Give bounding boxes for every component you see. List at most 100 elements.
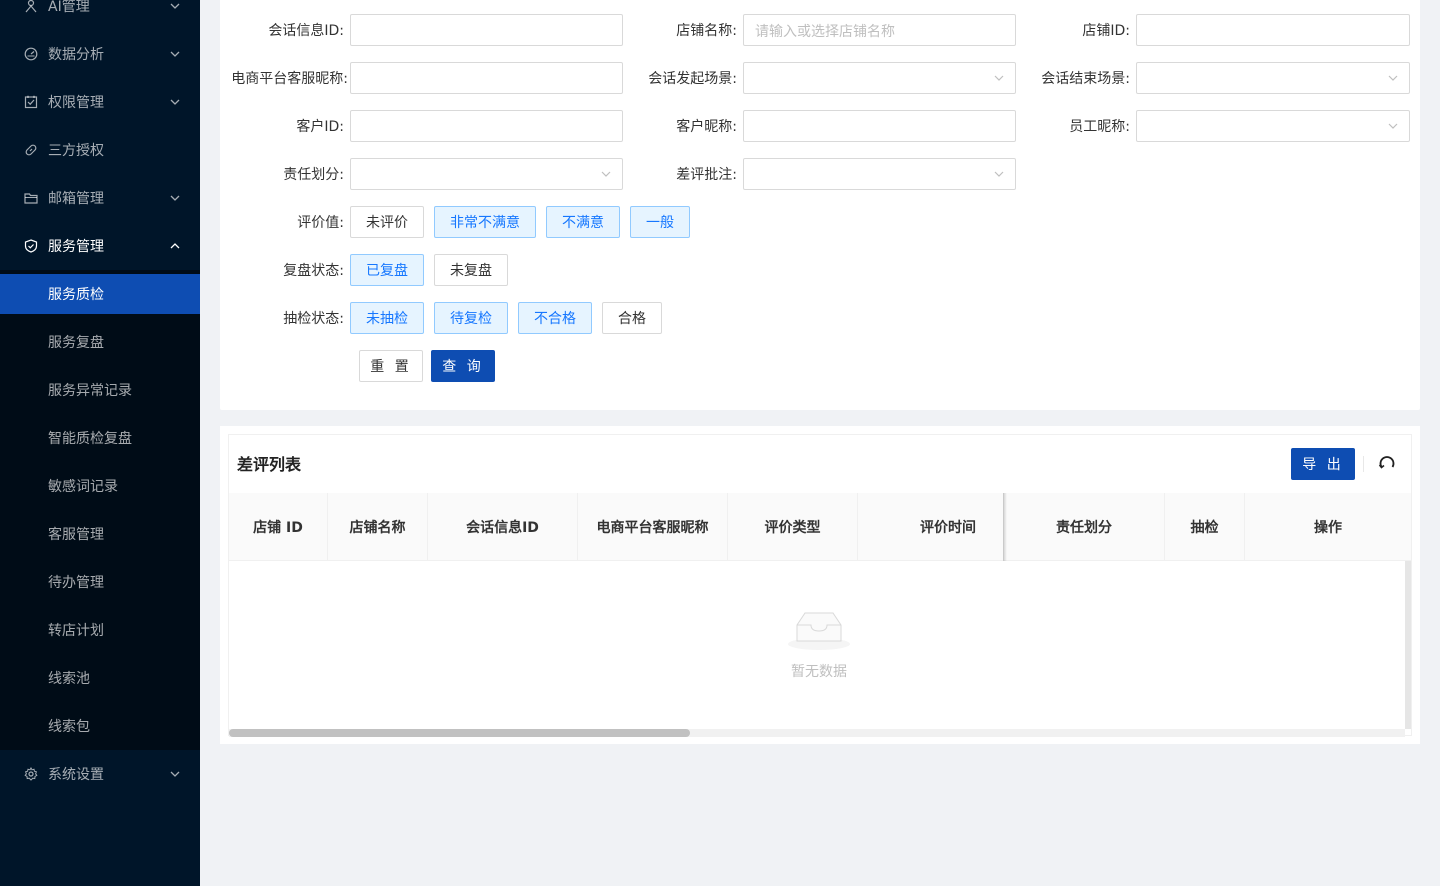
fixed-column-shadow (1003, 493, 1007, 561)
col-session-id: 会话信息ID (428, 493, 578, 561)
col-sampling: 抽检 (1165, 493, 1245, 561)
sidebar-item-lead-package[interactable]: 线索包 (0, 706, 200, 746)
platform-cs-nick-label: 电商平台客服昵称: (231, 71, 348, 87)
responsibility-select[interactable] (350, 158, 623, 190)
menu-label: 三方授权 (48, 143, 104, 159)
customer-nick-label: 客户昵称: (676, 119, 737, 135)
dashboard-icon (24, 47, 38, 61)
ai-icon (25, 0, 37, 13)
bad-review-table-card: 差评列表 导 出 店铺 ID 店铺名称 会话信息ID 电商平台客服昵称 评价类型… (220, 426, 1420, 744)
menu-label: 邮箱管理 (48, 191, 104, 207)
empty-text: 暂无数据 (791, 664, 847, 680)
chevron-down-icon (1388, 123, 1398, 129)
chevron-down-icon (170, 51, 180, 57)
chevron-down-icon (601, 171, 611, 177)
query-button[interactable]: 查 询 (431, 350, 495, 382)
sidebar-item-cs-management[interactable]: 客服管理 (0, 514, 200, 554)
sampling-tag-unsampled[interactable]: 未抽检 (350, 302, 424, 334)
menu-service-management[interactable]: 服务管理 (0, 226, 200, 266)
staff-nick-label: 员工昵称: (1069, 119, 1130, 135)
col-actions: 操作 (1314, 520, 1342, 536)
end-scene-select[interactable] (1136, 62, 1410, 94)
sidebar-item-service-qc[interactable]: 服务质检 (0, 274, 200, 314)
end-scene-label: 会话结束场景: (1041, 71, 1130, 87)
review-tag-not-reviewed[interactable]: 未复盘 (434, 254, 508, 286)
col-shop-name: 店铺名称 (328, 493, 428, 561)
shop-name-input[interactable]: 请输入或选择店铺名称 (743, 14, 1016, 46)
link-icon (25, 144, 37, 156)
shop-id-input[interactable] (1136, 14, 1410, 46)
export-button[interactable]: 导 出 (1291, 448, 1355, 480)
session-id-label: 会话信息ID: (268, 23, 344, 39)
sampling-tag-qualified[interactable]: 合格 (602, 302, 662, 334)
sidebar-item-smart-qc-review[interactable]: 智能质检复盘 (0, 418, 200, 458)
scrollbar-thumb[interactable] (229, 729, 690, 737)
staff-nick-select[interactable] (1136, 110, 1410, 142)
bad-review-table: 差评列表 导 出 店铺 ID 店铺名称 会话信息ID 电商平台客服昵称 评价类型… (228, 434, 1412, 737)
menu-data-analysis[interactable]: 数据分析 (0, 34, 200, 74)
empty-inbox-icon (788, 612, 850, 650)
responsibility-label: 责任划分: (283, 167, 344, 183)
customer-id-input[interactable] (350, 110, 623, 142)
sidebar-item-service-review[interactable]: 服务复盘 (0, 322, 200, 362)
sidebar: AI管理 数据分析 权限管理 三方授权 邮箱管理 服务管理 服务质检 服务复盘 … (0, 0, 200, 886)
chevron-up-icon (170, 243, 180, 249)
menu-label: 数据分析 (48, 47, 104, 63)
sidebar-item-todo[interactable]: 待办管理 (0, 562, 200, 602)
shop-name-label: 店铺名称: (676, 23, 737, 39)
vertical-scrollbar[interactable] (1405, 561, 1411, 729)
platform-cs-nick-input[interactable] (350, 62, 623, 94)
chevron-down-icon (1388, 75, 1398, 81)
menu-mailbox[interactable]: 邮箱管理 (0, 178, 200, 218)
divider (1363, 456, 1364, 472)
bad-review-note-label: 差评批注: (676, 167, 737, 183)
col-rating-time: 评价时间 (858, 493, 1004, 561)
bad-review-note-select[interactable] (743, 158, 1016, 190)
rating-tag-neutral[interactable]: 一般 (630, 206, 690, 238)
menu-label: 系统设置 (48, 767, 104, 783)
table-title: 差评列表 (237, 455, 302, 474)
menu-permission[interactable]: 权限管理 (0, 82, 200, 122)
folder-icon (24, 193, 38, 204)
chevron-down-icon (994, 171, 1004, 177)
menu-label: 服务管理 (48, 239, 104, 255)
rating-tag-dissatisfied[interactable]: 不满意 (546, 206, 620, 238)
sidebar-item-service-anomaly[interactable]: 服务异常记录 (0, 370, 200, 410)
chevron-down-icon (170, 771, 180, 777)
rating-tag-very-dissatisfied[interactable]: 非常不满意 (434, 206, 536, 238)
chevron-down-icon (170, 195, 180, 201)
customer-nick-input[interactable] (743, 110, 1016, 142)
menu-ai[interactable]: AI管理 (0, 0, 200, 26)
menu-label: AI管理 (48, 0, 90, 15)
review-status-label: 复盘状态: (283, 263, 344, 279)
col-shop-id: 店铺 ID (229, 493, 328, 561)
rating-tag-unrated[interactable]: 未评价 (350, 206, 424, 238)
sidebar-item-shop-transfer[interactable]: 转店计划 (0, 610, 200, 650)
sampling-tag-unqualified[interactable]: 不合格 (518, 302, 592, 334)
menu-third-party-auth[interactable]: 三方授权 (0, 130, 200, 170)
start-scene-label: 会话发起场景: (648, 71, 737, 87)
chevron-down-icon (170, 3, 180, 9)
empty-state: 暂无数据 (769, 609, 869, 681)
refresh-icon[interactable] (1377, 454, 1397, 474)
shield-icon (24, 239, 38, 253)
reset-button[interactable]: 重 置 (359, 350, 423, 382)
col-rating-type: 评价类型 (728, 493, 858, 561)
search-form: 会话信息ID: 店铺名称: 请输入或选择店铺名称 店铺ID: 电商平台客服昵称:… (220, 0, 1420, 410)
review-tag-reviewed[interactable]: 已复盘 (350, 254, 424, 286)
chevron-down-icon (170, 99, 180, 105)
session-id-input[interactable] (350, 14, 623, 46)
sampling-tag-pending-recheck[interactable]: 待复检 (434, 302, 508, 334)
sampling-label: 抽检状态: (283, 311, 344, 327)
horizontal-scrollbar[interactable] (229, 729, 1405, 737)
sidebar-item-lead-pool[interactable]: 线索池 (0, 658, 200, 698)
gear-icon (24, 767, 38, 781)
menu-label: 权限管理 (48, 95, 104, 111)
col-responsibility: 责任划分 (1004, 493, 1165, 561)
start-scene-select[interactable] (743, 62, 1016, 94)
col-platform-cs-nick: 电商平台客服昵称 (578, 493, 728, 561)
sidebar-item-sensitive-words[interactable]: 敏感词记录 (0, 466, 200, 506)
shop-id-label: 店铺ID: (1082, 23, 1130, 39)
rating-label: 评价值: (297, 215, 344, 231)
menu-system-settings[interactable]: 系统设置 (0, 754, 200, 794)
